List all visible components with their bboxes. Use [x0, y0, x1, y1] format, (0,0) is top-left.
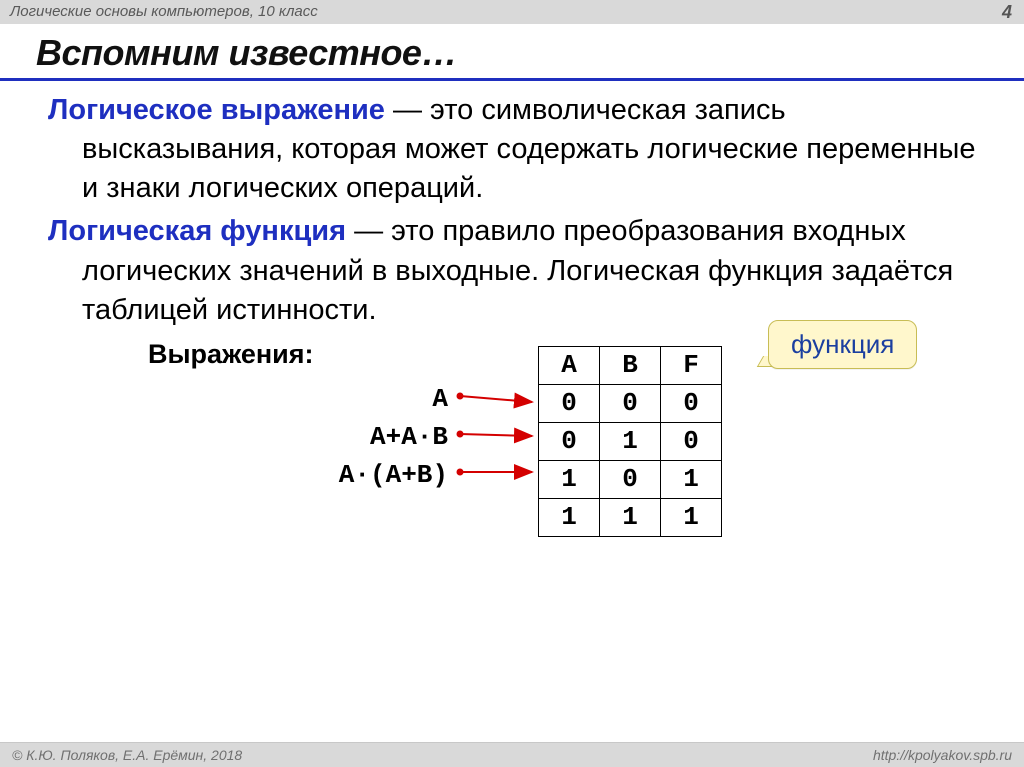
slide: Логические основы компьютеров, 10 класс …	[0, 0, 1024, 767]
definition-2: Логическая функция — это правило преобра…	[48, 212, 984, 329]
expressions-list: A A+A·B A·(A+B)	[248, 380, 448, 494]
title-zone: Вспомним известное…	[0, 24, 1024, 81]
table-row: 1 1 1	[539, 499, 722, 537]
table-row: 0 1 0	[539, 423, 722, 461]
expression-block: Выражения: A A+A·B A·(A+B)	[48, 336, 984, 576]
col-B: B	[600, 346, 661, 384]
col-F: F	[661, 346, 722, 384]
term-1: Логическое выражение	[48, 94, 385, 126]
expr-2: A+A·B	[248, 418, 448, 456]
slide-title: Вспомним известное…	[36, 32, 1024, 74]
function-callout: функция	[768, 320, 917, 369]
col-A: A	[539, 346, 600, 384]
header-bar: Логические основы компьютеров, 10 класс …	[0, 0, 1024, 24]
content: Логическое выражение — это символическая…	[0, 91, 1024, 576]
course-label: Логические основы компьютеров, 10 класс	[10, 3, 318, 20]
table-row: 1 0 1	[539, 461, 722, 499]
table-row: 0 0 0	[539, 384, 722, 422]
footer-bar: © К.Ю. Поляков, Е.А. Ерёмин, 2018 http:/…	[0, 742, 1024, 767]
expr-3: A·(A+B)	[248, 456, 448, 494]
page-number: 4	[1002, 0, 1012, 24]
copyright: © К.Ю. Поляков, Е.А. Ерёмин, 2018	[12, 743, 242, 767]
truth-table: A B F 0 0 0 0 1 0 1 0 1	[538, 346, 722, 537]
expr-1: A	[248, 380, 448, 418]
expressions-label: Выражения:	[148, 336, 314, 372]
footer-url: http://kpolyakov.spb.ru	[873, 743, 1012, 767]
table-header-row: A B F	[539, 346, 722, 384]
term-2: Логическая функция	[48, 215, 346, 247]
definition-1: Логическое выражение — это символическая…	[48, 91, 984, 208]
